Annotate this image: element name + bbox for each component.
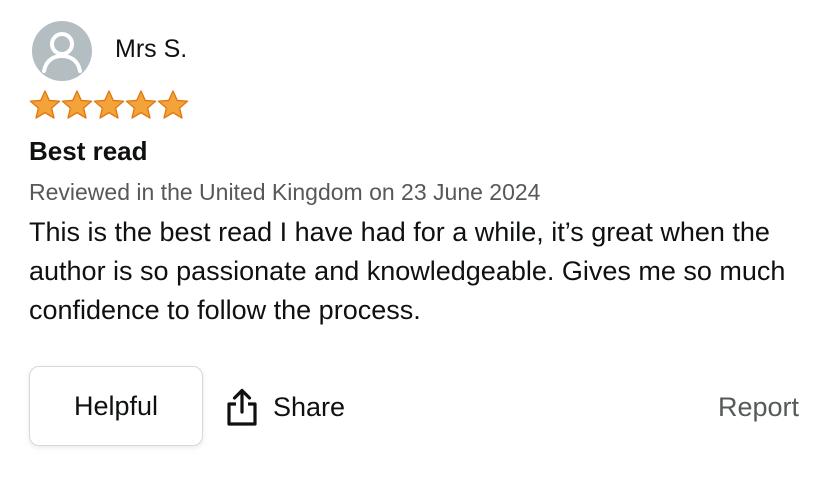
star-icon	[157, 90, 189, 119]
share-upload-icon	[227, 388, 257, 426]
reviewer-header: Mrs S.	[32, 21, 187, 81]
reviewer-name[interactable]: Mrs S.	[115, 35, 187, 64]
star-rating	[29, 89, 189, 121]
share-button[interactable]: Share	[225, 384, 345, 430]
avatar	[32, 21, 92, 81]
share-label: Share	[273, 391, 346, 422]
report-link[interactable]: Report	[718, 392, 799, 423]
review-date-location: Reviewed in the United Kingdom on 23 Jun…	[29, 179, 541, 205]
review-actions: Helpful Share Report	[29, 366, 799, 448]
star-icon	[29, 90, 61, 119]
helpful-button[interactable]: Helpful	[29, 366, 203, 446]
review-card: Mrs S. Best read Reviewed in the United …	[0, 0, 828, 501]
star-icon	[93, 90, 125, 119]
review-body: This is the best read I have had for a w…	[29, 217, 786, 325]
review-title: Best read	[29, 136, 148, 166]
user-silhouette-icon	[42, 32, 82, 73]
star-icon	[61, 90, 93, 119]
star-icon	[125, 90, 157, 119]
